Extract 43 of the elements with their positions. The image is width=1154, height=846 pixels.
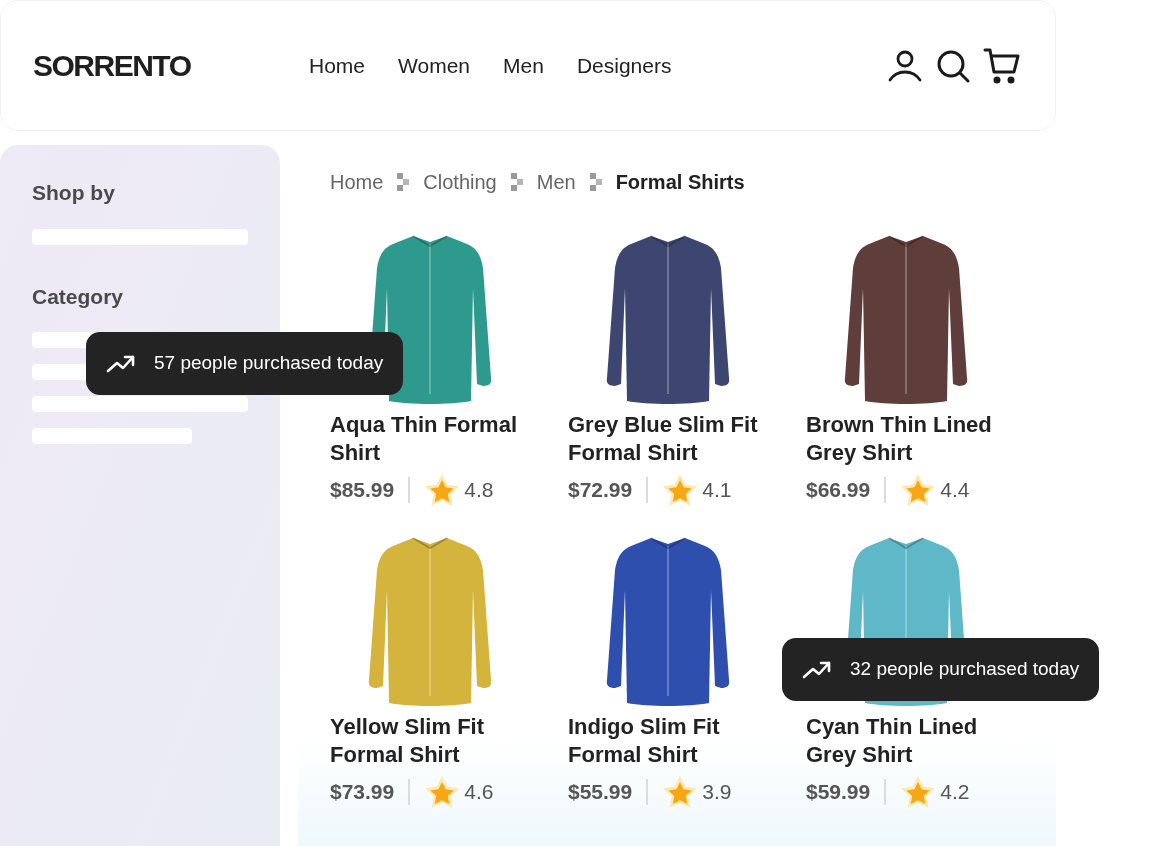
trending-up-icon <box>106 353 136 374</box>
trending-up-icon <box>802 659 832 680</box>
separator-icon <box>589 173 602 191</box>
product-price: $72.99 <box>568 477 633 504</box>
breadcrumb-link[interactable]: Clothing <box>423 167 497 197</box>
product-price: $66.99 <box>806 477 871 504</box>
product-rating: 4.2 <box>940 779 970 806</box>
product-price: $73.99 <box>330 779 395 806</box>
nav-link[interactable]: Designers <box>576 49 672 82</box>
breadcrumb-link[interactable]: Men <box>536 167 576 197</box>
product-rating: 3.9 <box>702 779 732 806</box>
cart-icon[interactable] <box>983 46 1021 85</box>
breadcrumb-link[interactable]: Formal Shirts <box>615 167 745 197</box>
product-price: $85.99 <box>330 477 395 504</box>
logo[interactable]: SORRENTO <box>33 43 271 88</box>
separator-icon <box>397 173 410 191</box>
star-icon <box>900 473 937 507</box>
product-title[interactable]: Yellow Slim Fit Formal Shirt <box>330 713 545 769</box>
nav-link[interactable]: Home <box>309 49 366 82</box>
star-icon <box>424 775 461 809</box>
product-rating: 4.4 <box>940 477 970 504</box>
product-rating: 4.1 <box>702 477 732 504</box>
sidebar-heading: Shop by <box>32 180 116 206</box>
star-icon <box>424 473 461 507</box>
product-price: $55.99 <box>568 779 633 806</box>
nav-link[interactable]: Men <box>503 49 544 82</box>
nav-link[interactable]: Women <box>398 49 470 82</box>
star-icon <box>662 473 699 507</box>
product-title[interactable]: Indigo Slim Fit Formal Shirt <box>568 713 783 769</box>
separator-icon <box>510 173 523 191</box>
product-title[interactable]: Grey Blue Slim Fit Formal Shirt <box>568 411 783 467</box>
product-price: $59.99 <box>806 779 871 806</box>
notification-text: 57 people purchased today <box>154 351 384 376</box>
product-title[interactable]: Brown Thin Lined Grey Shirt <box>806 411 1021 467</box>
notification-text: 32 people purchased today <box>850 657 1080 682</box>
star-icon <box>662 775 699 809</box>
star-icon <box>900 775 937 809</box>
sidebar-heading: Category <box>32 283 125 310</box>
product-rating: 4.6 <box>464 779 494 806</box>
product-rating: 4.8 <box>464 477 494 504</box>
product-title[interactable]: Aqua Thin Formal Shirt <box>330 411 545 467</box>
breadcrumb-link[interactable]: Home <box>330 167 384 197</box>
product-title[interactable]: Cyan Thin Lined Grey Shirt <box>806 713 1021 769</box>
